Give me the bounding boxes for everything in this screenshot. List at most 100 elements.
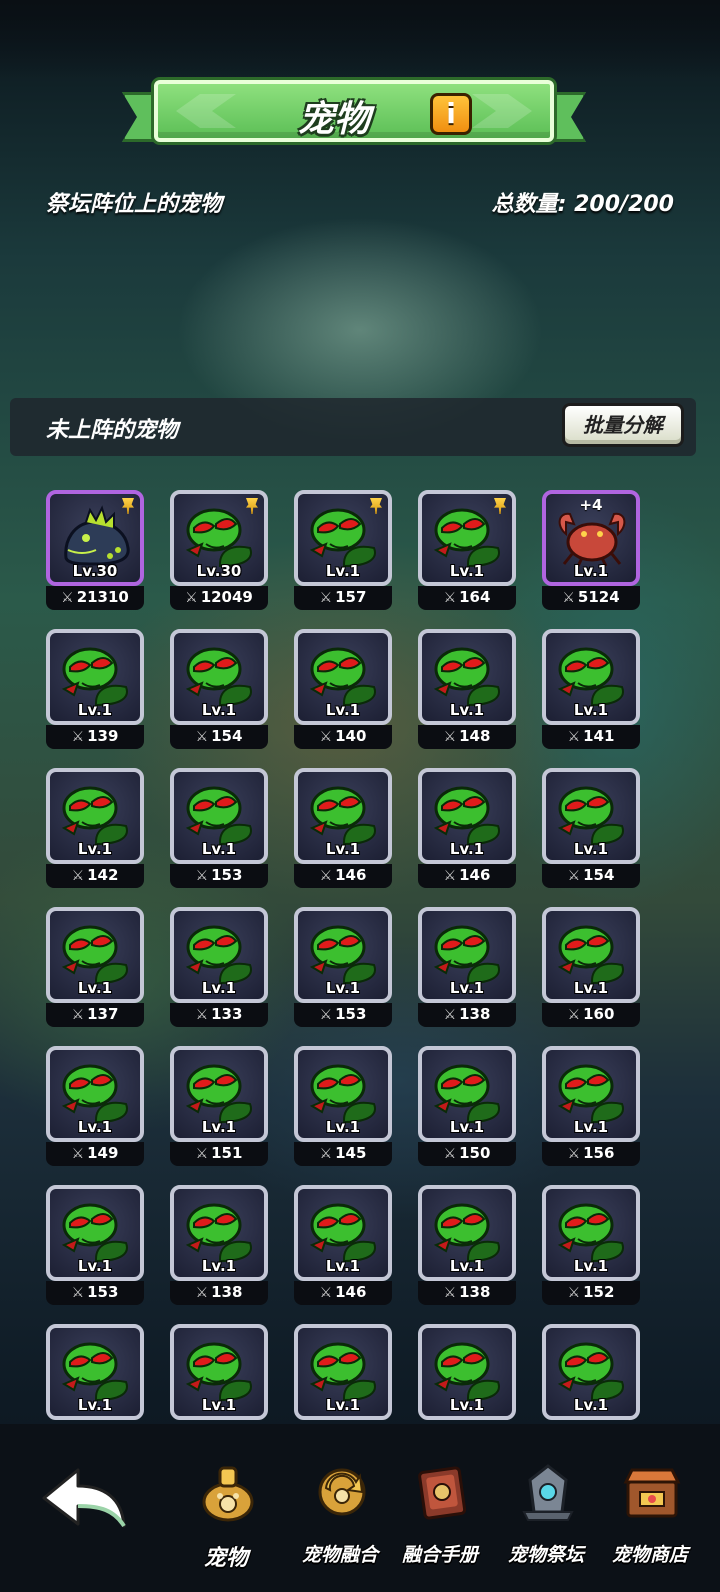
pet-card[interactable]: Lv.1 ⚔ 142 (46, 768, 144, 888)
plant-monster-icon (557, 1342, 624, 1402)
pet-card[interactable]: Lv.1 ⚔ 141 (542, 629, 640, 749)
pet-card[interactable]: Lv.1 ⚔ 148 (418, 629, 516, 749)
pet-power: ⚔ 151 (170, 1142, 268, 1166)
pet-card[interactable]: Lv.1 ⚔ 153 (170, 768, 268, 888)
pet-power: ⚔ 149 (46, 1142, 144, 1166)
pet-card[interactable]: Lv.1 ⚔ 146 (418, 768, 516, 888)
nav-item-fusion[interactable]: 宠物融合 (290, 1454, 390, 1584)
pet-card[interactable]: Lv.1 ⚔ 146 (294, 1185, 392, 1305)
pet-power-value: 157 (335, 588, 367, 606)
pet-card[interactable]: Lv.1 ⚔ 151 (170, 1046, 268, 1166)
pet-card[interactable]: Lv.1 (46, 1324, 144, 1420)
pet-card[interactable]: Lv.1 ⚔ 157 (294, 490, 392, 610)
crossed-swords-icon: ⚔ (185, 590, 198, 606)
plant-monster-icon (433, 1203, 500, 1263)
pet-power: ⚔ 150 (418, 1142, 516, 1166)
crossed-swords-icon: ⚔ (195, 1007, 209, 1023)
pet-power-value: 153 (87, 1283, 119, 1301)
pet-portrait: Lv.1 (418, 490, 516, 586)
pet-level: Lv.1 (77, 1118, 113, 1136)
plant-monster-icon (61, 1064, 128, 1124)
plant-monster-icon (309, 1342, 376, 1402)
nav-item-altar[interactable]: 宠物祭坛 (496, 1454, 596, 1584)
pet-power: ⚔ 146 (294, 1281, 392, 1305)
pet-card[interactable]: Lv.1 ⚔ 150 (418, 1046, 516, 1166)
plant-monster-icon (309, 1064, 376, 1124)
pet-card[interactable]: Lv.1 ⚔ 156 (542, 1046, 640, 1166)
plant-monster-icon (557, 647, 624, 707)
pet-card[interactable]: Lv.1 ⚔ 153 (294, 907, 392, 1027)
back-arrow-icon[interactable] (38, 1464, 130, 1534)
pet-card[interactable]: Lv.1 ⚔ 138 (170, 1185, 268, 1305)
pet-card[interactable]: Lv.1 (542, 1324, 640, 1420)
pet-power-value: 150 (459, 1144, 491, 1162)
pet-card[interactable]: Lv.1 ⚔ 160 (542, 907, 640, 1027)
pet-card[interactable]: Lv.30 ⚔ 21310 (46, 490, 144, 610)
pet-power-value: 146 (459, 866, 491, 884)
pet-card[interactable]: Lv.1 ⚔ 146 (294, 768, 392, 888)
pet-card[interactable]: Lv.1 ⚔ 154 (542, 768, 640, 888)
pet-portrait: Lv.1 (170, 768, 268, 864)
pet-portrait: Lv.1 (542, 1185, 640, 1281)
pet-level: Lv.1 (201, 979, 237, 997)
pet-level: Lv.1 (325, 701, 361, 719)
pet-level: Lv.1 (77, 1396, 113, 1414)
plant-monster-icon (433, 786, 500, 846)
pet-level: Lv.1 (573, 1396, 609, 1414)
pet-power: ⚔ 153 (294, 1003, 392, 1027)
pet-portrait: Lv.1 (170, 1185, 268, 1281)
pet-portrait: Lv.1 (46, 629, 144, 725)
pet-power-value: 21310 (76, 588, 129, 606)
pet-card[interactable]: Lv.1 ⚔ 145 (294, 1046, 392, 1166)
plant-monster-icon (61, 786, 128, 846)
pet-card[interactable]: Lv.1 ⚔ 138 (418, 907, 516, 1027)
pet-card[interactable]: Lv.1 ⚔ 154 (170, 629, 268, 749)
pet-card[interactable]: Lv.1 ⚔ 137 (46, 907, 144, 1027)
crossed-swords-icon: ⚔ (567, 1285, 581, 1301)
pet-power-value: 138 (459, 1005, 491, 1023)
altar-pets-label: 祭坛阵位上的宠物 (46, 192, 223, 217)
pet-power: ⚔ 140 (294, 725, 392, 749)
pet-level: Lv.1 (573, 840, 609, 858)
dragon-pet-icon (64, 505, 130, 566)
nav-item-handbook[interactable]: 融合手册 (390, 1454, 490, 1584)
pet-card[interactable]: Lv.1 ⚔ 153 (46, 1185, 144, 1305)
pet-power: ⚔ 146 (418, 864, 516, 888)
pet-card[interactable]: Lv.30 ⚔ 12049 (170, 490, 268, 610)
pet-card[interactable]: Lv.1 ⚔ 149 (46, 1046, 144, 1166)
top-shade (0, 0, 720, 80)
pet-card[interactable]: Lv.1 ⚔ 139 (46, 629, 144, 749)
pet-portrait: Lv.1 (46, 1185, 144, 1281)
pet-portrait: Lv.1 (294, 1185, 392, 1281)
pet-card[interactable]: Lv.1 (418, 1324, 516, 1420)
crossed-swords-icon: ⚔ (61, 590, 74, 606)
pet-portrait: +4 Lv.1 (542, 490, 640, 586)
pet-bell-icon (202, 1466, 254, 1522)
pet-card[interactable]: Lv.1 (294, 1324, 392, 1420)
pet-level: Lv.1 (325, 1118, 361, 1136)
plant-monster-icon (185, 508, 252, 568)
nav-item-shop[interactable]: 宠物商店 (600, 1454, 700, 1584)
pet-card[interactable]: Lv.1 ⚔ 164 (418, 490, 516, 610)
pet-card[interactable]: Lv.1 (170, 1324, 268, 1420)
pet-card[interactable]: Lv.1 ⚔ 138 (418, 1185, 516, 1305)
plant-monster-icon (61, 925, 128, 985)
pet-level: Lv.1 (573, 1257, 609, 1275)
plant-monster-icon (185, 1342, 252, 1402)
pet-portrait: Lv.1 (418, 1185, 516, 1281)
nav-item-pets[interactable]: 宠物 (176, 1454, 276, 1584)
plant-monster-icon (433, 1064, 500, 1124)
info-icon[interactable]: i (430, 93, 472, 135)
pet-level: Lv.1 (573, 1118, 609, 1136)
pet-level: Lv.1 (77, 1257, 113, 1275)
batch-decompose-button[interactable]: 批量分解 (562, 403, 684, 447)
pet-card[interactable]: +4 Lv.1 ⚔ 5124 (542, 490, 640, 610)
pet-card[interactable]: Lv.1 ⚔ 140 (294, 629, 392, 749)
pet-level: Lv.1 (449, 701, 485, 719)
pet-level: Lv.1 (201, 1118, 237, 1136)
crossed-swords-icon: ⚔ (319, 1285, 333, 1301)
pet-power: ⚔ 142 (46, 864, 144, 888)
pet-card[interactable]: Lv.1 ⚔ 152 (542, 1185, 640, 1305)
pet-card[interactable]: Lv.1 ⚔ 133 (170, 907, 268, 1027)
enhance-badge: +4 (579, 496, 603, 514)
